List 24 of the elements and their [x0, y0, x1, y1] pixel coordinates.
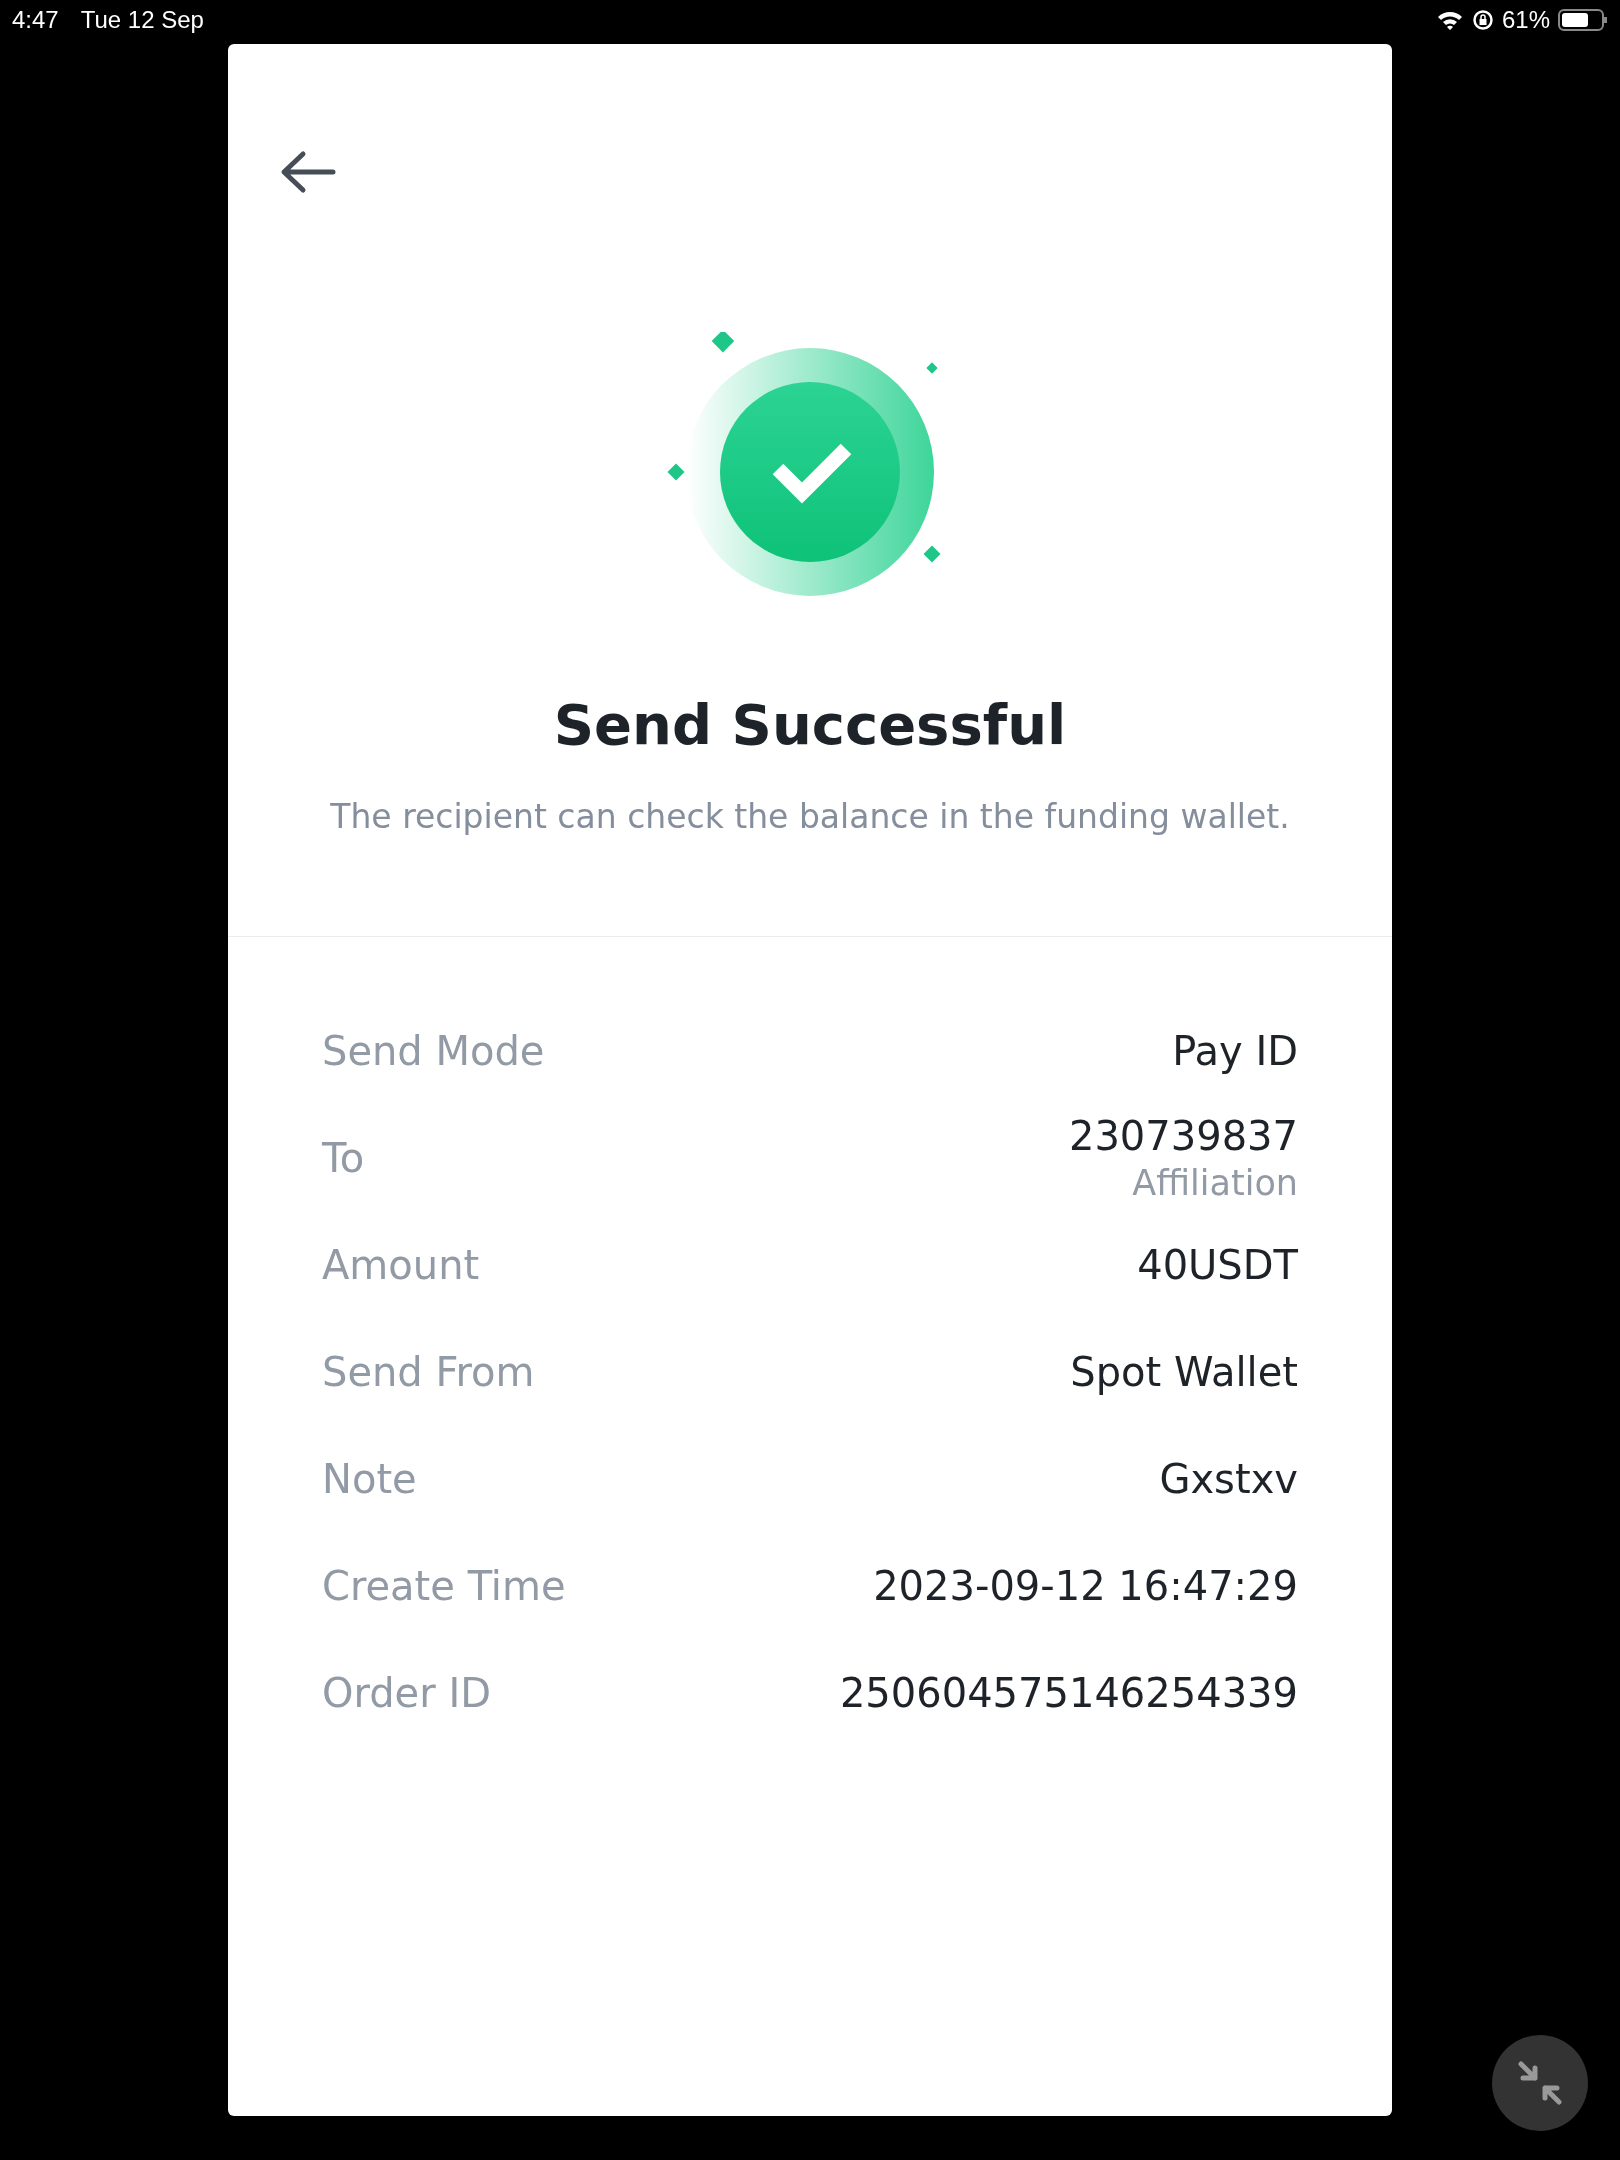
battery-percent: 61% — [1501, 6, 1550, 34]
status-date: Tue 12 Sep — [80, 6, 204, 34]
back-arrow-icon — [279, 150, 337, 194]
detail-value: Gxstxv — [1159, 1455, 1298, 1502]
detail-label: Send From — [322, 1348, 535, 1395]
detail-label: Note — [322, 1455, 417, 1502]
detail-value: 250604575146254339 — [839, 1669, 1298, 1716]
detail-value: 2023-09-12 16:47:29 — [873, 1562, 1298, 1609]
detail-value: Spot Wallet — [1070, 1348, 1298, 1395]
detail-subvalue: Affiliation — [1132, 1162, 1298, 1203]
battery-icon — [1558, 8, 1608, 32]
success-subtitle: The recipient can check the balance in the funding wallet. — [330, 797, 1290, 836]
detail-label: Order ID — [322, 1669, 491, 1716]
detail-value: 230739837 — [1068, 1112, 1298, 1159]
status-time: 4:47 — [12, 6, 59, 34]
detail-label: Amount — [322, 1241, 480, 1288]
detail-label: To — [322, 1134, 365, 1181]
detail-value: Pay ID — [1172, 1027, 1298, 1074]
rotation-lock-icon — [1471, 9, 1494, 31]
detail-label: Create Time — [322, 1562, 566, 1609]
detail-value: 40USDT — [1137, 1241, 1298, 1288]
shrink-arrows-icon — [1517, 2060, 1563, 2106]
success-title: Send Successful — [553, 692, 1067, 757]
detail-label: Send Mode — [322, 1027, 545, 1074]
